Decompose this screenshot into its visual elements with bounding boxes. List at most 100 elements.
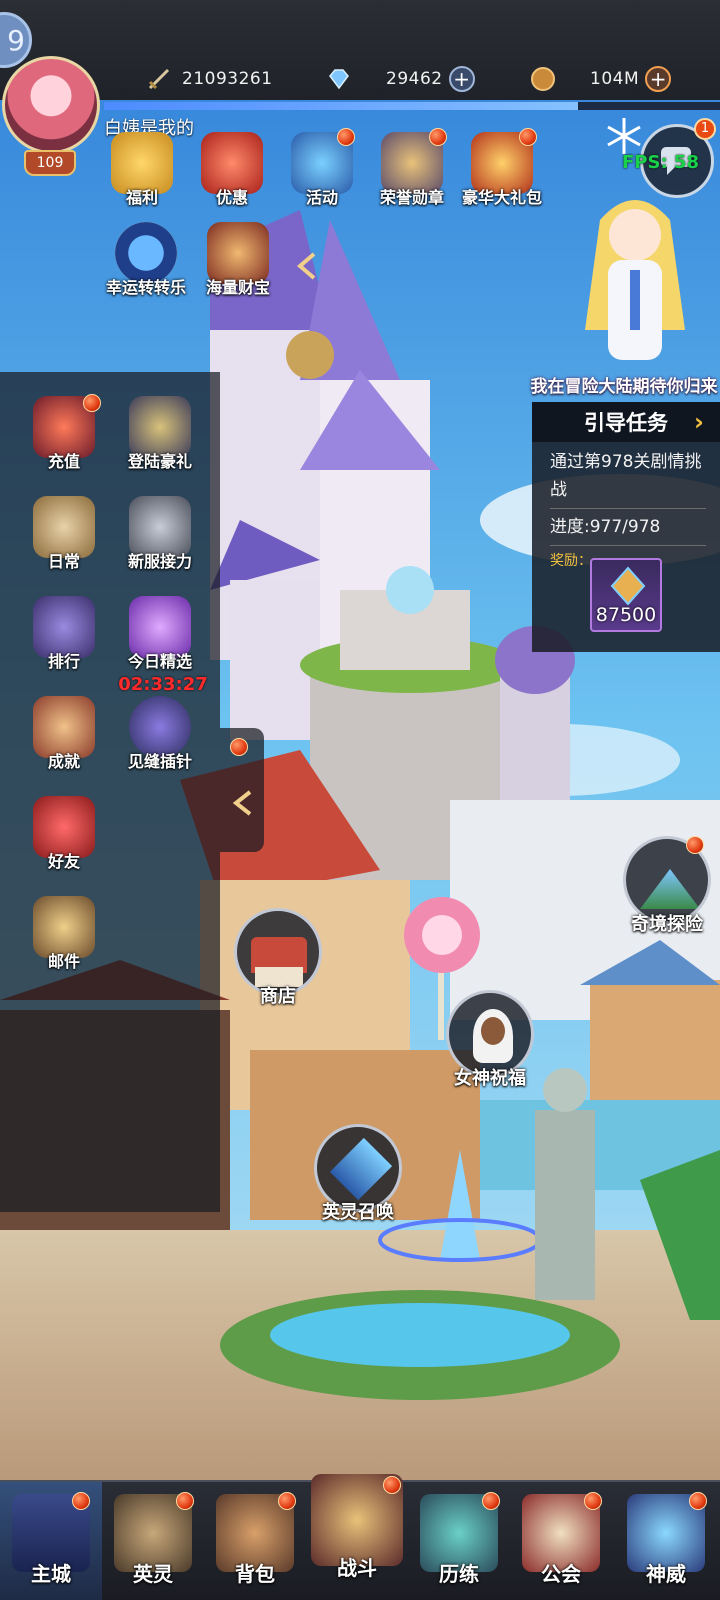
experience-bar-fill xyxy=(104,102,579,110)
feature-discount-label: 优惠 xyxy=(215,188,248,207)
side-item-achievement-label: 成就 xyxy=(47,752,80,771)
nav-guild-dot xyxy=(584,1492,602,1510)
nav-main-city-dot xyxy=(72,1492,90,1510)
map-summon-button[interactable]: 英灵召唤 xyxy=(308,1124,408,1234)
nav-heroes-dot xyxy=(176,1492,194,1510)
side-menu-toggle[interactable] xyxy=(220,728,264,852)
side-item-recharge-label: 充值 xyxy=(47,452,80,471)
guide-quest-panel[interactable]: 引导任务 › 通过第978关剧情挑战 进度:977/978 奖励： 87500 xyxy=(532,402,720,652)
reward-crystal-icon xyxy=(610,566,646,606)
feature-lucky-wheel[interactable]: 幸运转转乐 xyxy=(94,222,198,318)
quest-progress: 进度:977/978 xyxy=(550,517,661,537)
nav-guild-label: 公会 xyxy=(541,1562,581,1586)
feature-event-label: 活动 xyxy=(305,188,338,207)
explore-notification-dot xyxy=(686,836,704,854)
side-item-mail[interactable]: 邮件 xyxy=(16,896,112,992)
side-item-pin-game[interactable]: 见缝插针 xyxy=(112,696,208,792)
nav-training-label: 历练 xyxy=(439,1562,479,1586)
quest-description: 通过第978关剧情挑战 xyxy=(550,452,702,500)
map-shop-button[interactable]: 商店 xyxy=(228,908,328,1018)
side-item-relay-label: 新服接力 xyxy=(127,552,192,571)
feature-honor-medal[interactable]: 荣誉勋章 xyxy=(364,128,460,228)
map-explore-label: 奇境探险 xyxy=(631,914,703,935)
feature-deluxe-pack[interactable]: 豪华大礼包 xyxy=(452,128,552,228)
feature-deluxe-label: 豪华大礼包 xyxy=(461,188,542,207)
fps-counter: FPS: 58 xyxy=(622,152,699,173)
map-explore-button[interactable]: 奇境探险 xyxy=(614,836,720,946)
side-item-ranking[interactable]: 排行 xyxy=(16,596,112,692)
map-goddess-button[interactable]: 女神祝福 xyxy=(440,990,540,1100)
side-menu-notification-dot xyxy=(230,738,248,756)
side-item-relay[interactable]: 新服接力 xyxy=(112,496,208,592)
side-item-ranking-label: 排行 xyxy=(47,652,80,671)
nav-training-dot xyxy=(482,1492,500,1510)
power-value: 21093261 xyxy=(182,69,273,89)
feature-lucky-wheel-label: 幸运转转乐 xyxy=(105,278,186,297)
quest-header: 引导任务 › xyxy=(532,402,720,442)
gold-coin-icon xyxy=(531,67,555,91)
side-item-pin-game-label: 见缝插针 xyxy=(127,752,192,771)
feature-discount[interactable]: 优惠 xyxy=(184,132,280,228)
nav-battle-dot xyxy=(383,1476,401,1494)
power-resource: 21093261 xyxy=(146,62,273,96)
quest-reward-amount: 87500 xyxy=(595,604,657,626)
side-item-mail-label: 邮件 xyxy=(47,952,80,971)
server-badge-text: 9 xyxy=(7,23,25,57)
nav-backpack-label: 背包 xyxy=(235,1562,275,1586)
feature-treasure-label: 海量财宝 xyxy=(205,278,270,297)
nav-divine-dot xyxy=(689,1492,707,1510)
diamond-icon xyxy=(329,69,349,90)
nav-battle[interactable]: 战斗 xyxy=(306,1474,408,1600)
side-item-recharge[interactable]: 充值 xyxy=(16,394,112,492)
nav-training[interactable]: 历练 xyxy=(408,1482,510,1600)
collapse-left-arrow-icon xyxy=(232,790,252,816)
map-shop-label: 商店 xyxy=(260,986,296,1007)
nav-divine-label: 神威 xyxy=(646,1562,686,1586)
nav-heroes[interactable]: 英灵 xyxy=(102,1482,204,1600)
map-goddess-label: 女神祝福 xyxy=(454,1068,526,1089)
nav-battle-label: 战斗 xyxy=(337,1556,377,1580)
nav-backpack-dot xyxy=(278,1492,296,1510)
gold-resource: 104M + xyxy=(530,62,672,96)
event-notification-dot xyxy=(337,128,355,146)
diamond-value: 29462 xyxy=(386,69,443,89)
side-item-daily-label: 日常 xyxy=(47,552,80,571)
sword-icon xyxy=(148,68,170,90)
diamond-resource: 29462 + xyxy=(326,62,475,96)
feature-treasure[interactable]: 海量财宝 xyxy=(190,222,286,318)
recharge-notification-dot xyxy=(83,394,101,412)
nav-backpack[interactable]: 背包 xyxy=(204,1482,306,1600)
feature-event[interactable]: 活动 xyxy=(274,128,370,228)
side-item-daily[interactable]: 日常 xyxy=(16,496,112,592)
add-diamond-button[interactable]: + xyxy=(448,66,475,92)
nav-guild[interactable]: 公会 xyxy=(510,1482,612,1600)
map-summon-label: 英灵召唤 xyxy=(322,1202,394,1223)
deluxe-notification-dot xyxy=(519,128,537,146)
side-item-achievement[interactable]: 成就 xyxy=(16,696,112,792)
nav-heroes-label: 英灵 xyxy=(133,1562,173,1586)
gold-value: 104M xyxy=(590,69,640,89)
honor-notification-dot xyxy=(429,128,447,146)
quest-title: 引导任务 xyxy=(584,411,668,435)
quest-reward-item[interactable]: 87500 xyxy=(590,558,662,632)
experience-bar xyxy=(104,102,720,110)
add-gold-button[interactable]: + xyxy=(645,66,672,92)
bottom-navigation: 主城 英灵 背包 战斗 历练 公会 神威 xyxy=(0,1474,720,1600)
nav-main-city-label: 主城 xyxy=(31,1562,71,1586)
player-avatar[interactable] xyxy=(2,56,100,154)
daily-pick-countdown: 02:33:27 xyxy=(118,674,208,695)
nav-divine[interactable]: 神威 xyxy=(612,1482,720,1600)
chat-unread-badge: 1 xyxy=(694,118,716,140)
side-item-login-gift[interactable]: 登陆豪礼 xyxy=(112,396,208,492)
feature-welfare[interactable]: 福利 xyxy=(94,132,190,228)
side-item-friends-label: 好友 xyxy=(47,852,80,871)
collapse-arrow-icon[interactable] xyxy=(292,250,320,282)
nav-main-city[interactable]: 主城 xyxy=(0,1482,102,1600)
side-item-friends[interactable]: 好友 xyxy=(16,796,112,892)
guide-girl-figure[interactable] xyxy=(560,180,710,370)
feature-honor-label: 荣誉勋章 xyxy=(379,188,444,207)
side-item-daily-pick-label: 今日精选 xyxy=(127,652,192,671)
guide-caption: 我在冒险大陆期待你归来 xyxy=(530,377,718,397)
feature-welfare-label: 福利 xyxy=(125,188,158,207)
quest-expand-arrow-icon[interactable]: › xyxy=(694,410,714,434)
